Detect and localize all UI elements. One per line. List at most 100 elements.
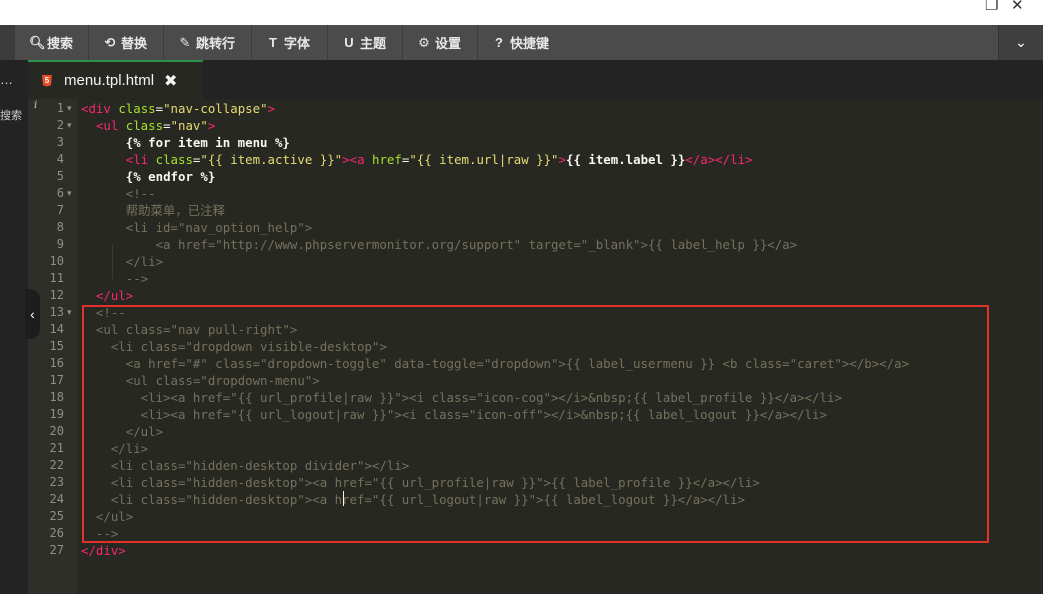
code-line: </li> bbox=[81, 253, 163, 270]
html5-icon: 5 bbox=[42, 74, 52, 87]
code-token: </li> bbox=[81, 254, 164, 269]
code-token: </div> bbox=[81, 543, 126, 558]
code-token: > bbox=[342, 152, 350, 167]
line-number: 9 bbox=[56, 237, 64, 251]
line-number: 27 bbox=[49, 543, 64, 557]
code-token: class bbox=[125, 118, 164, 133]
toolbar-button-label: 设置 bbox=[435, 36, 462, 51]
fold-arrow-icon[interactable]: ▾ bbox=[67, 100, 72, 117]
code-token: href bbox=[372, 152, 402, 167]
code-token: </ul> bbox=[81, 509, 134, 524]
gear-icon: ⚙ bbox=[418, 34, 430, 50]
search-icon: 🔍︎ bbox=[29, 34, 46, 50]
line-number: 10 bbox=[49, 254, 64, 268]
line-number: 2 bbox=[56, 118, 64, 132]
code-token: class bbox=[118, 101, 156, 116]
code-line: <ul class="nav pull-right"> bbox=[81, 321, 297, 338]
line-number: 22 bbox=[49, 458, 64, 472]
code-token: class bbox=[155, 152, 193, 167]
code-line: <li class="hidden-desktop divider"></li> bbox=[81, 457, 409, 474]
toolbar-button-2[interactable]: ✎ 跳转行 bbox=[163, 25, 251, 60]
code-token: <ul class="dropdown-menu"> bbox=[81, 373, 320, 388]
code-token: <li class="hidden-desktop"><a href="{{ u… bbox=[81, 475, 760, 490]
code-line: 帮助菜单，已注释 bbox=[81, 202, 225, 219]
code-line: <ul class="nav"> bbox=[81, 117, 215, 134]
code-line: <a href="#" class="dropdown-toggle" data… bbox=[81, 355, 909, 372]
code-token: "{{ item.active }}" bbox=[200, 152, 343, 167]
code-line: </ul> bbox=[81, 508, 133, 525]
toolbar-button-label: 字体 bbox=[284, 36, 311, 51]
toolbar-button-5[interactable]: ⚙ 设置 bbox=[402, 25, 477, 60]
code-line: <!-- bbox=[81, 304, 126, 321]
code-line: <li><a href="{{ url_logout|raw }}"><i cl… bbox=[81, 406, 827, 423]
toolbar: 🔍︎ 搜索 ⟲ 替换 ✎ 跳转行 T 字体 U 主题 ⚙ 设置 ? 快捷键 ⌄ bbox=[0, 25, 1043, 60]
line-number: 20 bbox=[49, 424, 64, 438]
code-token: > bbox=[558, 152, 566, 167]
code-token: "nav-collapse" bbox=[163, 101, 268, 116]
code-token: = bbox=[163, 118, 171, 133]
code-line: <li class="dropdown visible-desktop"> bbox=[81, 338, 387, 355]
indent-guide bbox=[112, 245, 113, 279]
code-token: {% endfor %} bbox=[125, 169, 216, 184]
code-token: </ul> bbox=[81, 424, 164, 439]
code-token: > bbox=[207, 118, 216, 133]
more-icon[interactable]: … bbox=[0, 72, 13, 87]
code-line: <li class="{{ item.active }}"><a href="{… bbox=[81, 151, 753, 168]
toolbar-button-1[interactable]: ⟲ 替换 bbox=[88, 25, 163, 60]
chevron-down-icon[interactable]: ⌄ bbox=[998, 25, 1043, 60]
fold-arrow-icon[interactable]: ▾ bbox=[67, 304, 72, 321]
close-icon[interactable]: ✕ bbox=[1011, 0, 1024, 14]
line-number: 7 bbox=[56, 203, 64, 217]
code-token: > bbox=[267, 101, 275, 116]
line-number: 4 bbox=[56, 152, 64, 166]
code-token: <li id="nav_option_help"> bbox=[81, 220, 313, 235]
code-line: {% for item in menu %} bbox=[81, 134, 290, 151]
toolbar-button-label: 快捷键 bbox=[510, 36, 550, 51]
toolbar-button-label: 主题 bbox=[360, 36, 387, 51]
side-search-label[interactable]: 搜索 bbox=[0, 107, 22, 123]
pin-icon: ✎ bbox=[179, 34, 191, 50]
restore-icon[interactable]: ❐ bbox=[985, 0, 998, 14]
line-number: 1 bbox=[56, 101, 64, 115]
toolbar-button-6[interactable]: ? 快捷键 bbox=[477, 25, 563, 60]
code-token: <!-- bbox=[81, 305, 126, 320]
code-token: <li bbox=[125, 152, 156, 167]
fold-arrow-icon[interactable]: ▾ bbox=[67, 117, 72, 134]
code-token: <div bbox=[81, 101, 119, 116]
code-token: <a bbox=[349, 152, 372, 167]
code-token: <li class="hidden-desktop"><a href="{{ u… bbox=[81, 492, 745, 507]
code-token: 帮助菜单，已注释 bbox=[81, 203, 225, 218]
line-number: 15 bbox=[49, 339, 64, 353]
code-line: </ul> bbox=[81, 287, 133, 304]
code-line: <!-- bbox=[81, 185, 156, 202]
code-line: --> bbox=[81, 525, 118, 542]
line-number: 26 bbox=[49, 526, 64, 540]
code-token: </a></li> bbox=[685, 152, 753, 167]
code-token: </li> bbox=[81, 441, 149, 456]
collapse-panel-icon[interactable]: ‹ bbox=[25, 289, 40, 339]
line-number: 19 bbox=[49, 407, 64, 421]
code-token: <li class="hidden-desktop divider"></li> bbox=[81, 458, 410, 473]
replace-icon: ⟲ bbox=[104, 34, 116, 50]
close-tab-icon[interactable]: ✖ bbox=[164, 71, 177, 91]
tab-label: menu.tpl.html bbox=[64, 72, 155, 89]
code-token: "nav" bbox=[170, 118, 208, 133]
toolbar-button-4[interactable]: U 主题 bbox=[327, 25, 402, 60]
code-line: <ul class="dropdown-menu"> bbox=[81, 372, 320, 389]
code-token: --> bbox=[81, 526, 119, 541]
code-token: <li><a href="{{ url_logout|raw }}"><i cl… bbox=[81, 407, 827, 422]
code-line: </div> bbox=[81, 542, 126, 559]
toolbar-button-3[interactable]: T 字体 bbox=[251, 25, 327, 60]
code-token: <ul bbox=[95, 118, 126, 133]
line-number: 3 bbox=[56, 135, 64, 149]
line-number: 8 bbox=[56, 220, 64, 234]
toolbar-button-0[interactable]: 🔍︎ 搜索 bbox=[14, 25, 88, 60]
fold-arrow-icon[interactable]: ▾ bbox=[67, 185, 72, 202]
line-number: 25 bbox=[49, 509, 64, 523]
tab-menu-tpl[interactable]: 5 menu.tpl.html ✖ bbox=[28, 60, 203, 99]
code-token: <ul class="nav pull-right"> bbox=[81, 322, 298, 337]
code-token: --> bbox=[81, 271, 149, 286]
